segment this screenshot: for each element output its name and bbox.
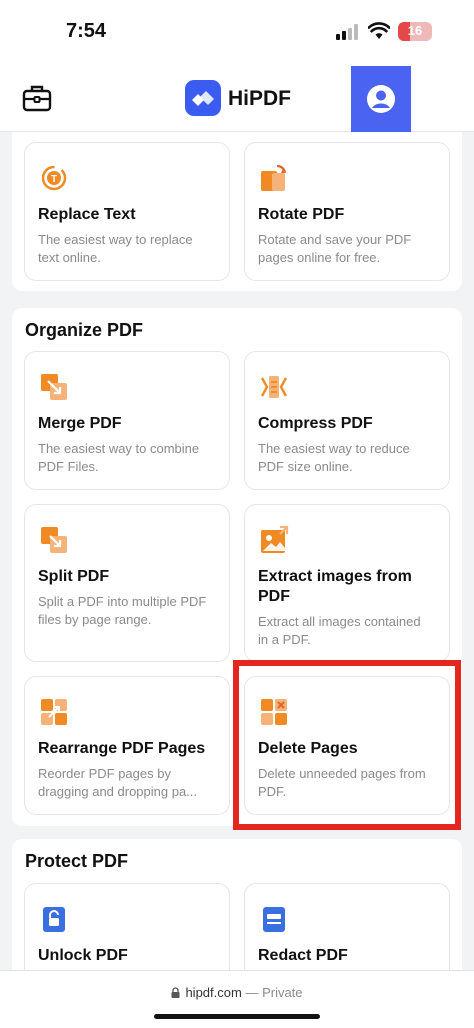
url-text: hipdf.com (185, 985, 242, 1000)
compress-pdf-icon (260, 376, 288, 398)
private-mode-label: — Private (245, 985, 303, 1000)
highlight-box (233, 660, 461, 830)
card-desc-line1: The easiest way to combine (38, 441, 200, 456)
card-desc-line1: Extract all images contained (258, 614, 421, 629)
rotate-pdf-icon (261, 164, 287, 191)
card-title: Merge PDF (38, 415, 122, 432)
card-desc-line2: PDF size online. (258, 459, 353, 474)
section-title-protect: Protect PDF (25, 851, 129, 871)
merge-pdf-icon (41, 374, 67, 400)
card-desc-line2: pages online for free. (258, 250, 381, 265)
tool-card-merge-pdf[interactable]: Merge PDF The easiest way to combine PDF… (24, 351, 230, 490)
card-title: Compress PDF (258, 415, 373, 432)
tool-card-unlock-pdf[interactable]: Unlock PDF (24, 883, 230, 970)
protect-pdf-panel: Protect PDF Unlock PDF Redact PDF (12, 839, 462, 970)
svg-text:T: T (51, 174, 57, 185)
card-desc-line2: in a PDF. (258, 632, 311, 647)
card-title: Split PDF (38, 568, 110, 585)
tool-card-rearrange-pages[interactable]: Rearrange PDF Pages Reorder PDF pages by… (24, 676, 230, 815)
app-header: HiPDF (0, 62, 474, 132)
hipdf-logo-icon[interactable] (185, 80, 221, 116)
status-time: 7:54 (66, 20, 107, 42)
card-title-line2: PDF (258, 588, 290, 605)
card-title: Rotate PDF (258, 206, 345, 223)
card-desc-line1: Rotate and save your PDF (258, 232, 412, 247)
card-title: Redact PDF (258, 947, 348, 964)
tools-list[interactable]: T Replace Text The easiest way to replac… (0, 132, 474, 970)
tool-card-extract-images[interactable]: Extract images from PDF Extract all imag… (244, 504, 450, 662)
card-desc-line2: PDF Files. (38, 459, 99, 474)
rearrange-pages-icon (41, 699, 67, 725)
extract-images-icon (261, 525, 289, 553)
card-desc-line1: Split a PDF into multiple PDF (38, 594, 207, 609)
status-bar: 7:54 16 (0, 0, 474, 62)
card-desc-line1: The easiest way to reduce (258, 441, 410, 456)
card-desc-line1: The easiest way to replace (38, 232, 193, 247)
hipdf-logo-mark (192, 91, 214, 106)
tool-card-rotate-pdf[interactable]: Rotate PDF Rotate and save your PDF page… (244, 142, 450, 281)
account-button[interactable] (351, 66, 411, 132)
battery-icon: 16 (398, 22, 432, 41)
card-title: Rearrange PDF Pages (38, 740, 206, 757)
tool-card-replace-text[interactable]: T Replace Text The easiest way to replac… (24, 142, 230, 281)
cellular-signal-icon (336, 24, 358, 40)
card-desc-line1: Reorder PDF pages by (38, 766, 171, 781)
split-pdf-icon (41, 527, 67, 553)
section-title-organize: Organize PDF (25, 320, 144, 340)
redact-pdf-icon (263, 907, 285, 932)
url-row[interactable]: hipdf.com — Private (0, 985, 474, 1000)
card-title-line1: Extract images from (258, 568, 412, 585)
tool-card-split-pdf[interactable]: Split PDF Split a PDF into multiple PDF … (24, 504, 230, 662)
edit-pdf-panel: T Replace Text The easiest way to replac… (12, 132, 462, 291)
brand-name[interactable]: HiPDF (228, 87, 291, 111)
card-desc-line2: files by page range. (38, 612, 152, 627)
lock-icon (171, 987, 180, 998)
home-indicator[interactable] (154, 1014, 320, 1019)
browser-address-bar[interactable]: hipdf.com — Private (0, 970, 474, 1028)
unlock-pdf-icon (43, 907, 65, 932)
battery-level: 16 (407, 23, 423, 38)
user-avatar-icon (367, 85, 395, 113)
tool-card-redact-pdf[interactable]: Redact PDF (244, 883, 450, 970)
toolbox-icon[interactable] (22, 84, 52, 112)
tool-card-compress-pdf[interactable]: Compress PDF The easiest way to reduce P… (244, 351, 450, 490)
card-title: Replace Text (38, 206, 136, 223)
card-title: Unlock PDF (38, 947, 128, 964)
card-desc-line2: dragging and dropping pa... (38, 784, 198, 799)
card-desc-line2: text online. (38, 250, 101, 265)
replace-text-icon: T (41, 165, 67, 191)
wifi-icon (368, 22, 390, 39)
